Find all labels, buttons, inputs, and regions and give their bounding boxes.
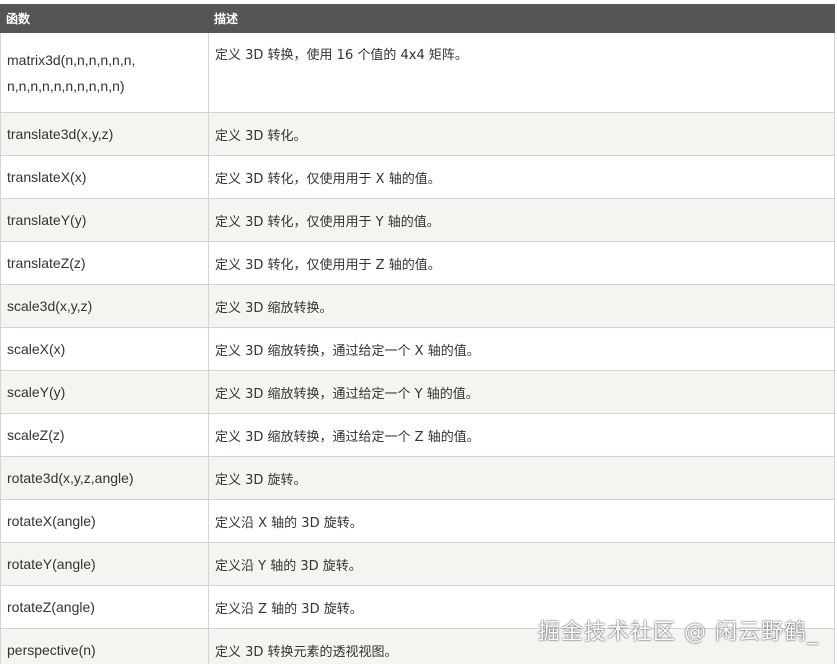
- table-row: translateZ(z) 定义 3D 转化，仅使用用于 Z 轴的值。: [0, 241, 835, 285]
- description-cell: 定义 3D 转化，仅使用用于 X 轴的值。: [208, 155, 835, 199]
- function-cell: scale3d(x,y,z): [0, 284, 209, 328]
- function-name-line: matrix3d(n,n,n,n,n,n,: [7, 51, 136, 68]
- function-cell: scaleX(x): [0, 327, 209, 371]
- function-cell: translateX(x): [0, 155, 209, 199]
- function-cell: translateY(y): [0, 198, 209, 242]
- table-row: matrix3d(n,n,n,n,n,n, n,n,n,n,n,n,n,n,n,…: [0, 32, 835, 113]
- column-header-function: 函数: [0, 4, 209, 33]
- function-cell: translate3d(x,y,z): [0, 112, 209, 156]
- function-cell: rotateZ(angle): [0, 585, 209, 629]
- description-cell: 定义沿 Y 轴的 3D 旋转。: [208, 542, 835, 586]
- description-cell: 定义 3D 旋转。: [208, 456, 835, 500]
- table-row: scaleZ(z) 定义 3D 缩放转换，通过给定一个 Z 轴的值。: [0, 413, 835, 457]
- description-cell: 定义 3D 转化，仅使用用于 Y 轴的值。: [208, 198, 835, 242]
- table-row: translateX(x) 定义 3D 转化，仅使用用于 X 轴的值。: [0, 155, 835, 199]
- description-cell: 定义 3D 缩放转换。: [208, 284, 835, 328]
- table-header-row: 函数 描述: [0, 4, 835, 33]
- function-cell: perspective(n): [0, 628, 209, 664]
- description-cell: 定义 3D 转化，仅使用用于 Z 轴的值。: [208, 241, 835, 285]
- function-name-line: n,n,n,n,n,n,n,n,n,n): [7, 77, 125, 94]
- table-row: scale3d(x,y,z) 定义 3D 缩放转换。: [0, 284, 835, 328]
- table-row: rotateY(angle) 定义沿 Y 轴的 3D 旋转。: [0, 542, 835, 586]
- function-cell: matrix3d(n,n,n,n,n,n, n,n,n,n,n,n,n,n,n,…: [0, 32, 209, 113]
- juejin-watermark: 掘金技术社区 @ 闲云野鹤_: [538, 620, 819, 645]
- table-row: rotateX(angle) 定义沿 X 轴的 3D 旋转。: [0, 499, 835, 543]
- table-row: translateY(y) 定义 3D 转化，仅使用用于 Y 轴的值。: [0, 198, 835, 242]
- function-cell: scaleZ(z): [0, 413, 209, 457]
- description-cell: 定义 3D 转化。: [208, 112, 835, 156]
- functions-table-wrapper: 函数 描述 matrix3d(n,n,n,n,n,n, n,n,n,n,n,n,…: [0, 4, 835, 664]
- description-cell: 定义 3D 缩放转换，通过给定一个 X 轴的值。: [208, 327, 835, 371]
- description-cell: 定义 3D 缩放转换，通过给定一个 Z 轴的值。: [208, 413, 835, 457]
- description-cell: 定义 3D 转换，使用 16 个值的 4x4 矩阵。: [208, 32, 835, 113]
- column-header-description: 描述: [208, 4, 835, 33]
- function-cell: rotateY(angle): [0, 542, 209, 586]
- table-row: scaleY(y) 定义 3D 缩放转换，通过给定一个 Y 轴的值。: [0, 370, 835, 414]
- function-cell: rotate3d(x,y,z,angle): [0, 456, 209, 500]
- table-row: rotate3d(x,y,z,angle) 定义 3D 旋转。: [0, 456, 835, 500]
- function-cell: rotateX(angle): [0, 499, 209, 543]
- function-cell: scaleY(y): [0, 370, 209, 414]
- table-row: translate3d(x,y,z) 定义 3D 转化。: [0, 112, 835, 156]
- css3-3d-transform-functions-table: 函数 描述 matrix3d(n,n,n,n,n,n, n,n,n,n,n,n,…: [0, 4, 835, 664]
- description-cell: 定义 3D 缩放转换，通过给定一个 Y 轴的值。: [208, 370, 835, 414]
- description-cell: 定义沿 X 轴的 3D 旋转。: [208, 499, 835, 543]
- table-row: scaleX(x) 定义 3D 缩放转换，通过给定一个 X 轴的值。: [0, 327, 835, 371]
- function-cell: translateZ(z): [0, 241, 209, 285]
